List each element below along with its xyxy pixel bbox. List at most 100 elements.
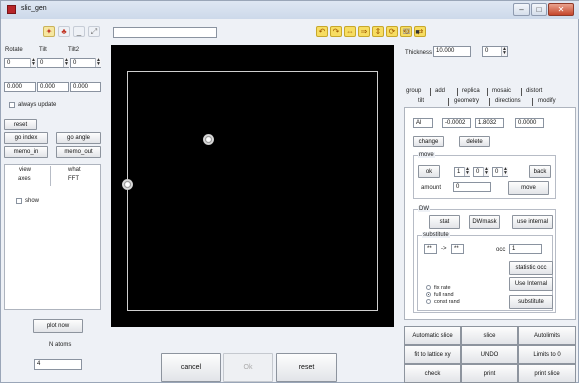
- structure-canvas[interactable]: [111, 45, 394, 327]
- fit-to-lattice-xy-button[interactable]: fit to lattice xy: [404, 345, 461, 364]
- tab-mosaic[interactable]: mosaic: [492, 88, 511, 94]
- always-update-checkbox[interactable]: [9, 102, 15, 108]
- tab-fft[interactable]: FFT: [68, 176, 79, 182]
- minimize-button[interactable]: –: [513, 3, 530, 16]
- use-internal-button[interactable]: use internal: [512, 215, 553, 229]
- occ-field[interactable]: 1: [509, 244, 542, 254]
- move-button[interactable]: move: [508, 181, 549, 195]
- go-angle-button[interactable]: go angle: [56, 132, 101, 144]
- save-icon[interactable]: ■: [413, 28, 422, 37]
- spin-arrows-icon[interactable]: ▲ ▼: [501, 47, 507, 56]
- radio-const-rand[interactable]: [426, 299, 431, 304]
- spin-arrows-icon[interactable]: ▲ ▼: [464, 167, 470, 176]
- spin-arrows-icon[interactable]: ▲ ▼: [95, 58, 101, 67]
- print-slice-button[interactable]: print slice: [518, 364, 576, 383]
- tab-distort[interactable]: distort: [526, 88, 542, 94]
- expand-icon[interactable]: ⤢: [88, 26, 100, 37]
- show-checkbox[interactable]: [16, 198, 22, 204]
- tab-separator: [448, 98, 449, 106]
- check-button[interactable]: check: [404, 364, 461, 383]
- flip-h-icon[interactable]: ⇔: [344, 26, 356, 37]
- arrow-label: ->: [441, 246, 447, 252]
- tab-add[interactable]: add: [435, 88, 445, 94]
- amount-field[interactable]: 0: [453, 182, 491, 192]
- go-index-button[interactable]: go index: [4, 132, 48, 144]
- tab-what[interactable]: what: [68, 167, 81, 173]
- radio-label: fix rate: [434, 285, 451, 291]
- coord-z-field[interactable]: 0.0000: [515, 118, 544, 128]
- coord-x-field[interactable]: -0.0002: [442, 118, 471, 128]
- radio-fix-rate[interactable]: [426, 285, 431, 290]
- memo-in-button[interactable]: memo_in: [4, 146, 48, 158]
- substitute-from-field[interactable]: **: [424, 244, 437, 254]
- spin-arrows-icon[interactable]: ▲ ▼: [63, 58, 69, 67]
- limits-to-0-button[interactable]: Limits to 0: [518, 345, 576, 364]
- spin-arrows-icon[interactable]: ▲ ▼: [30, 58, 36, 67]
- print-button[interactable]: print: [461, 364, 518, 383]
- thickness-field[interactable]: 10.000: [433, 46, 471, 57]
- radio-full-rand[interactable]: [426, 292, 431, 297]
- reset-button[interactable]: reset: [276, 353, 337, 382]
- maximize-button[interactable]: □: [531, 3, 547, 16]
- substitute-to-field[interactable]: **: [451, 244, 464, 254]
- figure-icon[interactable]: ♣: [58, 26, 70, 37]
- title-bar: slic_gen – □ ✕: [1, 1, 579, 19]
- toolbar-text-field[interactable]: [113, 27, 217, 38]
- memo-out-button[interactable]: memo_out: [56, 146, 101, 158]
- n-atoms-field[interactable]: 4: [34, 359, 82, 370]
- rotate-cw-icon[interactable]: ⟳: [386, 26, 398, 37]
- shift-icon[interactable]: ⇒: [358, 26, 370, 37]
- element-field[interactable]: Al: [413, 118, 433, 128]
- coord-y-field[interactable]: 1.8032: [475, 118, 504, 128]
- rotate-left-icon[interactable]: ↶: [316, 26, 328, 37]
- plot-now-button[interactable]: plot now: [33, 319, 83, 333]
- reset-rotation-button[interactable]: reset: [4, 119, 37, 130]
- radio-label: const rand: [434, 299, 460, 305]
- spin-arrows-icon[interactable]: ▲ ▼: [502, 167, 508, 176]
- atom-marker[interactable]: [203, 134, 214, 145]
- dwmask-button[interactable]: DWmask: [469, 215, 500, 229]
- cancel-button[interactable]: cancel: [161, 353, 221, 382]
- tab-separator: [487, 88, 488, 96]
- automatic-slice-button[interactable]: Automatic slice: [404, 326, 461, 345]
- tab-separator: [532, 98, 533, 106]
- atom-marker[interactable]: [122, 179, 133, 190]
- rotate-angle-field[interactable]: 0.000: [4, 82, 36, 92]
- tab-tilt[interactable]: tilt: [418, 98, 424, 104]
- substitute-button[interactable]: substitute: [509, 295, 553, 309]
- tab-axes[interactable]: axes: [18, 176, 31, 182]
- undo-button[interactable]: UNDO: [461, 345, 518, 364]
- tab-divider: [50, 166, 51, 186]
- open-icon[interactable]: ⌧: [402, 28, 411, 37]
- rotate-right-icon[interactable]: ↷: [330, 26, 342, 37]
- autolimits-button[interactable]: Autolimits: [518, 326, 576, 345]
- stat-button[interactable]: stat: [429, 215, 460, 229]
- tilt-label: Tilt: [39, 47, 47, 53]
- statistic-occ-button[interactable]: statistic occ: [509, 261, 553, 275]
- use-internal-substitute-button[interactable]: Use Internal: [509, 277, 553, 291]
- slice-button[interactable]: slice: [461, 326, 518, 345]
- ok-button[interactable]: Ok: [223, 353, 273, 382]
- atom-add-icon[interactable]: ✦: [43, 26, 55, 37]
- tilt-angle-field[interactable]: 0.000: [37, 82, 69, 92]
- flip-v-icon[interactable]: ⇕: [372, 26, 384, 37]
- app-icon: [7, 5, 16, 14]
- tab-replica[interactable]: replica: [462, 88, 480, 94]
- tilt2-angle-field[interactable]: 0.000: [70, 82, 101, 92]
- tab-separator: [521, 88, 522, 96]
- tab-modify[interactable]: modify: [538, 98, 556, 104]
- minus-icon[interactable]: _: [73, 26, 85, 37]
- n-atoms-label: N atoms: [49, 342, 72, 348]
- tab-view[interactable]: view: [19, 167, 31, 173]
- radio-label: full rand: [434, 292, 454, 298]
- move-ok-button[interactable]: ok: [418, 165, 440, 178]
- tab-group[interactable]: group: [406, 88, 421, 94]
- close-button[interactable]: ✕: [548, 3, 574, 16]
- delete-button[interactable]: delete: [459, 136, 490, 147]
- dw-group-title: DW: [418, 206, 430, 212]
- spin-arrows-icon[interactable]: ▲ ▼: [483, 167, 489, 176]
- back-button[interactable]: back: [529, 165, 551, 178]
- change-button[interactable]: change: [413, 136, 444, 147]
- tab-geometry[interactable]: geometry: [454, 98, 479, 104]
- tab-directions[interactable]: directions: [495, 98, 521, 104]
